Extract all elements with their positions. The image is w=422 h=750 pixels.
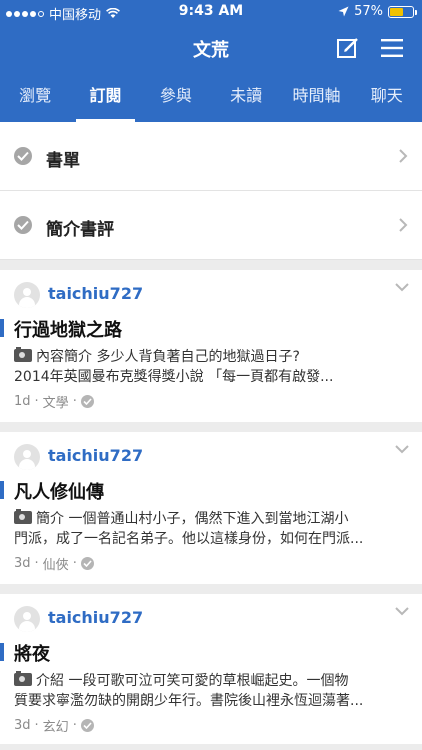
post-author[interactable]: taichiu727 [48,608,143,627]
post-title[interactable]: 凡人修仙傳 [14,478,104,504]
tab-chat[interactable]: 聊天 [352,72,422,122]
post-title[interactable]: 將夜 [14,640,50,666]
topic-row-book-reviews[interactable]: 簡介書評 [0,191,422,260]
navigation-bar: 文荒 [0,24,422,72]
meta-separator: · [34,718,39,733]
chevron-right-icon [399,218,408,232]
check-circle-icon [80,719,94,732]
tab-subscribed[interactable]: 訂閱 [70,72,140,122]
topic-label: 書單 [46,151,80,171]
post-meta: 3d · 玄幻 · [14,716,94,735]
meta-separator: · [72,394,77,409]
meta-separator: · [72,556,77,571]
post-excerpt: 介紹 一段可歌可泣可笑可愛的草根崛起史。一個物 質要求寧濫勿缺的開朗少年行。書院… [14,671,410,711]
default-avatar-icon[interactable] [14,282,40,308]
topic-row-book-list[interactable]: 書單 [0,122,422,191]
tab-participated[interactable]: 參與 [141,72,211,122]
post-category: 仙俠 [42,558,69,573]
check-circle-icon [80,395,94,408]
camera-icon [14,509,32,524]
chevron-down-icon[interactable] [394,444,410,454]
post-card[interactable]: taichiu727 將夜 介紹 一段可歌可泣可笑可愛的草根崛起史。一個物 質要… [0,594,422,744]
excerpt-line: 2014年英國曼布克獎得獎小說 「每一頁都有啟發... [14,369,334,385]
camera-icon [14,347,32,362]
default-avatar-icon[interactable] [14,606,40,632]
tab-timeline[interactable]: 時間軸 [281,72,351,122]
post-age: 3d [14,556,31,571]
tab-unread[interactable]: 未讀 [211,72,281,122]
default-avatar-icon[interactable] [14,444,40,470]
excerpt-line: 門派，成了一名記名弟子。他以這樣身份，如何在門派... [14,531,364,547]
post-excerpt: 簡介 一個普通山村小子，偶然下進入到當地江湖小 門派，成了一名記名弟子。他以這樣… [14,509,410,549]
topic-label: 簡介書評 [46,220,114,240]
compose-icon[interactable] [336,36,360,60]
post-author[interactable]: taichiu727 [48,284,143,303]
post-age: 3d [14,718,31,733]
check-circle-icon [14,216,32,234]
post-card[interactable]: taichiu727 凡人修仙傳 簡介 一個普通山村小子，偶然下進入到當地江湖小… [0,432,422,584]
chevron-right-icon [399,149,408,163]
chevron-down-icon[interactable] [394,606,410,616]
post-meta: 3d · 仙俠 · [14,554,94,573]
post-meta: 1d · 文學 · [14,392,94,411]
chevron-down-icon[interactable] [394,282,410,292]
post-title[interactable]: 行過地獄之路 [14,316,122,342]
hamburger-menu-icon[interactable] [380,37,404,59]
title-accent-bar [0,319,4,337]
post-author[interactable]: taichiu727 [48,446,143,465]
post-category: 文學 [42,396,69,411]
tab-browse[interactable]: 瀏覽 [0,72,70,122]
post-excerpt: 內容簡介 多少人背負著自己的地獄過日子? 2014年英國曼布克獎得獎小說 「每一… [14,347,410,387]
status-bar: 中国移动 9:43 AM 57% [0,0,422,24]
post-age: 1d [14,394,31,409]
check-circle-icon [80,557,94,570]
post-card[interactable]: taichiu727 行過地獄之路 內容簡介 多少人背負著自己的地獄過日子? 2… [0,270,422,422]
tab-bar: 瀏覽 訂閱 參與 未讀 時間軸 聊天 [0,72,422,122]
battery-icon [388,5,417,18]
meta-separator: · [34,556,39,571]
battery-level-fill [390,7,403,16]
battery-percent: 57% [354,4,383,19]
excerpt-line: 內容簡介 多少人背負著自己的地獄過日子? [36,349,300,365]
check-circle-icon [14,147,32,165]
excerpt-line: 質要求寧濫勿缺的開朗少年行。書院後山裡永恆迴蕩著... [14,693,364,709]
meta-separator: · [72,718,77,733]
title-accent-bar [0,643,4,661]
subscribed-topics-list: 書單 簡介書評 [0,122,422,260]
post-category: 玄幻 [42,720,69,735]
meta-separator: · [34,394,39,409]
excerpt-line: 介紹 一段可歌可泣可笑可愛的草根崛起史。一個物 [36,673,349,689]
location-arrow-icon [338,6,349,17]
excerpt-line: 簡介 一個普通山村小子，偶然下進入到當地江湖小 [36,511,349,527]
camera-icon [14,671,32,686]
title-accent-bar [0,481,4,499]
